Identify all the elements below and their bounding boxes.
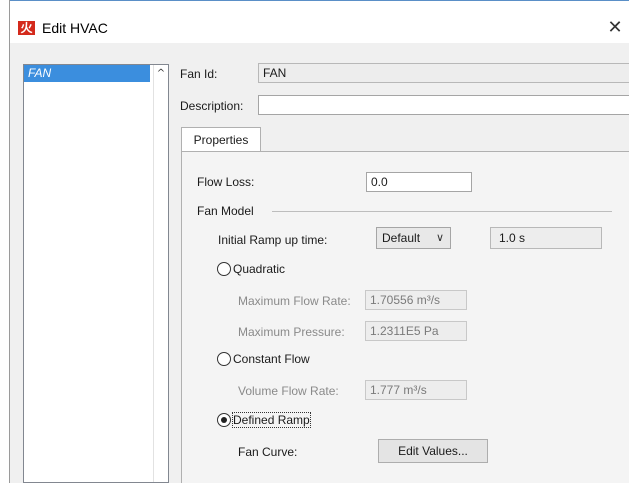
ramp-up-label: Initial Ramp up time: (218, 233, 328, 247)
tree-item-fan[interactable]: FAN (24, 65, 150, 82)
fan-curve-label: Fan Curve: (238, 445, 298, 459)
fan-model-divider (272, 211, 612, 212)
max-pressure-label: Maximum Pressure: (238, 325, 345, 339)
edit-hvac-dialog: 火 Edit HVAC ✕ FAN ^ Fan Id: FAN Descript… (9, 0, 629, 483)
max-flow-rate-label: Maximum Flow Rate: (238, 294, 351, 308)
window-title: Edit HVAC (42, 20, 108, 36)
scroll-up-icon[interactable]: ^ (154, 65, 168, 82)
description-label: Description: (180, 99, 244, 113)
close-icon[interactable]: ✕ (606, 19, 624, 38)
quadratic-radio[interactable] (217, 262, 231, 276)
constant-flow-radio[interactable] (217, 352, 231, 366)
fan-id-field[interactable]: FAN (258, 63, 629, 83)
description-field[interactable] (258, 95, 629, 115)
edit-values-button[interactable]: Edit Values... (378, 439, 488, 463)
chevron-down-icon: ∨ (435, 231, 444, 244)
fan-model-label: Fan Model (197, 204, 254, 218)
max-flow-rate-field[interactable]: 1.70556 m³/s (365, 290, 467, 310)
max-pressure-field[interactable]: 1.2311E5 Pa (365, 321, 467, 341)
tab-properties[interactable]: Properties (181, 127, 261, 152)
constant-flow-label[interactable]: Constant Flow (233, 352, 310, 366)
ramp-time-field[interactable]: 1.0 s (490, 227, 602, 249)
title-bar: 火 Edit HVAC ✕ (10, 0, 629, 43)
hvac-tree-list[interactable]: FAN ^ (23, 64, 169, 483)
flow-loss-field[interactable]: 0.0 (366, 172, 472, 192)
defined-ramp-label[interactable]: Defined Ramp (232, 412, 311, 428)
properties-panel (181, 151, 629, 483)
tree-scrollbar[interactable] (153, 65, 154, 482)
flow-loss-label: Flow Loss: (197, 175, 255, 189)
defined-ramp-radio[interactable] (217, 413, 231, 427)
quadratic-label[interactable]: Quadratic (233, 262, 285, 276)
fan-id-label: Fan Id: (180, 67, 218, 81)
volume-flow-rate-field[interactable]: 1.777 m³/s (365, 380, 467, 400)
app-icon: 火 (18, 21, 35, 35)
volume-flow-rate-label: Volume Flow Rate: (238, 384, 339, 398)
ramp-up-select[interactable]: Default ∨ (376, 227, 451, 249)
ramp-up-select-value: Default (382, 231, 421, 245)
